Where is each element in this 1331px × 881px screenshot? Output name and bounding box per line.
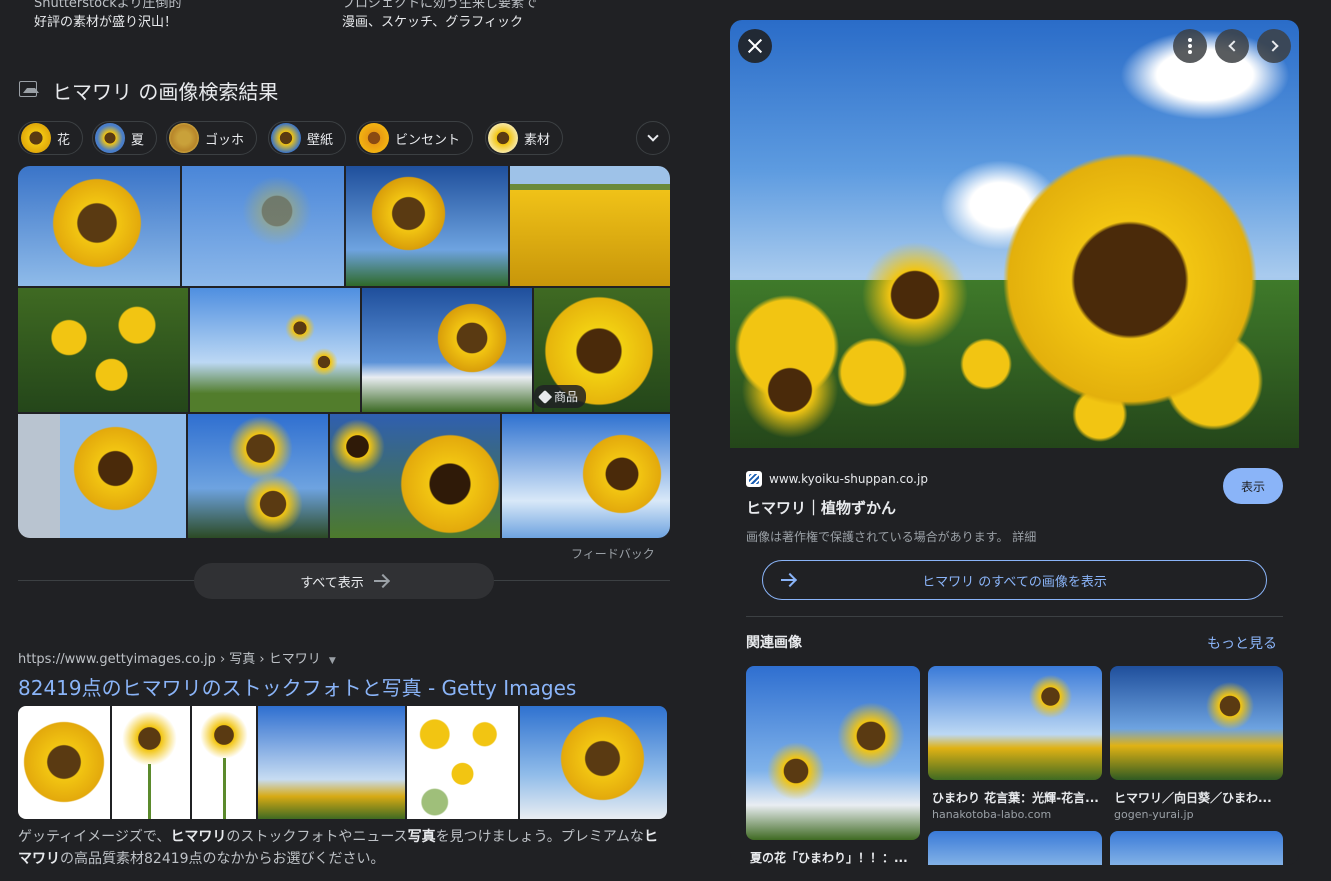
chevron-left-icon	[1227, 40, 1240, 52]
chip-label: 素材	[524, 132, 551, 148]
product-badge-label: 商品	[554, 390, 579, 404]
result-thumbnails	[18, 706, 667, 819]
image-result[interactable]	[188, 414, 328, 538]
tag-icon	[537, 389, 553, 404]
image-result[interactable]	[190, 288, 360, 412]
more-related-link[interactable]: もっと見る	[1207, 633, 1277, 653]
preview-image[interactable]	[730, 20, 1299, 448]
images-section-title: ヒマワリ の画像検索結果	[52, 80, 279, 104]
more-vert-icon	[1188, 38, 1192, 54]
chip-label: 夏	[131, 132, 145, 148]
view-all-images-label: ヒマワリ のすべての画像を表示	[922, 574, 1107, 590]
show-all-label: すべて表示	[300, 575, 364, 591]
chip-label: 花	[57, 132, 71, 148]
image-result[interactable]	[510, 166, 670, 286]
chip-thumbnail	[169, 123, 199, 153]
result-thumbnail[interactable]	[18, 706, 110, 819]
related-image[interactable]	[1110, 666, 1283, 780]
related-image[interactable]	[928, 831, 1102, 865]
previous-button[interactable]	[1215, 29, 1249, 63]
chip-thumbnail	[359, 123, 389, 153]
related-caption[interactable]: ヒマワリ／向日葵／ひまわ...	[1114, 789, 1272, 806]
close-button[interactable]	[738, 29, 772, 63]
image-result[interactable]	[362, 288, 532, 412]
panel-divider	[746, 616, 1283, 617]
result-title-link[interactable]: 82419点のヒマワリのストックフォトと写真 - Getty Images	[18, 672, 576, 701]
image-grid: 商品	[18, 166, 670, 538]
chip-thumbnail	[21, 123, 51, 153]
related-image[interactable]	[928, 666, 1102, 780]
more-options-button[interactable]	[1173, 29, 1207, 63]
next-button[interactable]	[1257, 29, 1291, 63]
show-all-button[interactable]: すべて表示	[194, 563, 494, 599]
image-icon	[19, 81, 39, 97]
breadcrumb-text: https://www.gettyimages.co.jp › 写真 › ヒマワ…	[18, 652, 321, 667]
chip-wallpaper[interactable]: 壁紙	[268, 121, 347, 155]
source-domain[interactable]: www.kyoiku-shuppan.co.jp	[769, 472, 928, 486]
chip-material[interactable]: 素材	[485, 121, 564, 155]
result-thumbnail[interactable]	[112, 706, 190, 819]
snippet-cut-right: プロジェクトに効う生来し要素で	[342, 0, 538, 11]
result-breadcrumb[interactable]: https://www.gettyimages.co.jp › 写真 › ヒマワ…	[18, 648, 336, 667]
result-thumbnail[interactable]	[520, 706, 667, 819]
view-all-images-button[interactable]: ヒマワリ のすべての画像を表示	[762, 560, 1267, 600]
arrow-right-icon	[373, 580, 388, 582]
caret-down-icon[interactable]: ▼	[329, 656, 336, 666]
result-snippet: ゲッティイメージズで、ヒマワリのストックフォトやニュース写真を見つけましょう。プ…	[18, 829, 658, 867]
chips-expand-button[interactable]	[636, 121, 670, 155]
image-result[interactable]	[18, 414, 186, 538]
chip-label: ゴッホ	[205, 132, 245, 148]
result-thumbnail[interactable]	[258, 706, 405, 819]
feedback-link[interactable]: フィードバック	[571, 545, 655, 562]
chip-flower[interactable]: 花	[18, 121, 84, 155]
chip-thumbnail	[95, 123, 125, 153]
image-result[interactable]	[18, 288, 188, 412]
image-result[interactable]	[346, 166, 508, 286]
snippet-line-left: 好評の素材が盛り沢山！	[34, 15, 178, 30]
sunflower-main	[1000, 150, 1260, 410]
image-preview-panel: www.kyoiku-shuppan.co.jp ヒマワリ｜植物ずかん 表示 画…	[730, 20, 1299, 865]
chip-thumbnail	[488, 123, 518, 153]
image-result[interactable]	[502, 414, 670, 538]
result-thumbnail[interactable]	[192, 706, 256, 819]
chip-summer[interactable]: 夏	[92, 121, 158, 155]
image-result[interactable]	[182, 166, 344, 286]
chip-label: 壁紙	[307, 132, 334, 148]
related-caption[interactable]: ひまわり 花言葉：光輝-花言...	[932, 789, 1099, 806]
image-result[interactable]	[330, 414, 500, 538]
close-icon	[747, 38, 763, 54]
product-badge: 商品	[534, 385, 587, 408]
snippet-line-right: 漫画、スケッチ、グラフィック	[342, 15, 523, 30]
related-images-heading: 関連画像	[746, 635, 802, 651]
related-image[interactable]	[746, 666, 920, 840]
copyright-notice: 画像は著作権で保護されている場合があります。 詳細	[746, 530, 1037, 544]
chip-gogh[interactable]: ゴッホ	[166, 121, 258, 155]
related-image[interactable]	[1110, 831, 1283, 865]
result-thumbnail[interactable]	[407, 706, 518, 819]
snippet-cut-left: Shutterstockより圧倒的	[34, 0, 182, 11]
chip-vincent[interactable]: ビンセント	[356, 121, 474, 155]
site-favicon-icon	[746, 471, 762, 487]
view-button[interactable]: 表示	[1223, 468, 1283, 504]
chip-thumbnail	[271, 123, 301, 153]
chevron-right-icon	[1266, 40, 1279, 52]
chip-label: ビンセント	[395, 132, 461, 148]
preview-title[interactable]: ヒマワリ｜植物ずかん	[746, 497, 896, 518]
related-domain: hanakotoba-labo.com	[932, 808, 1052, 821]
chevron-down-icon	[647, 130, 659, 142]
image-result[interactable]	[18, 166, 180, 286]
related-caption[interactable]: 夏の花「ひまわり」！！：...	[750, 849, 908, 865]
related-domain: gogen-yurai.jp	[1114, 808, 1194, 821]
